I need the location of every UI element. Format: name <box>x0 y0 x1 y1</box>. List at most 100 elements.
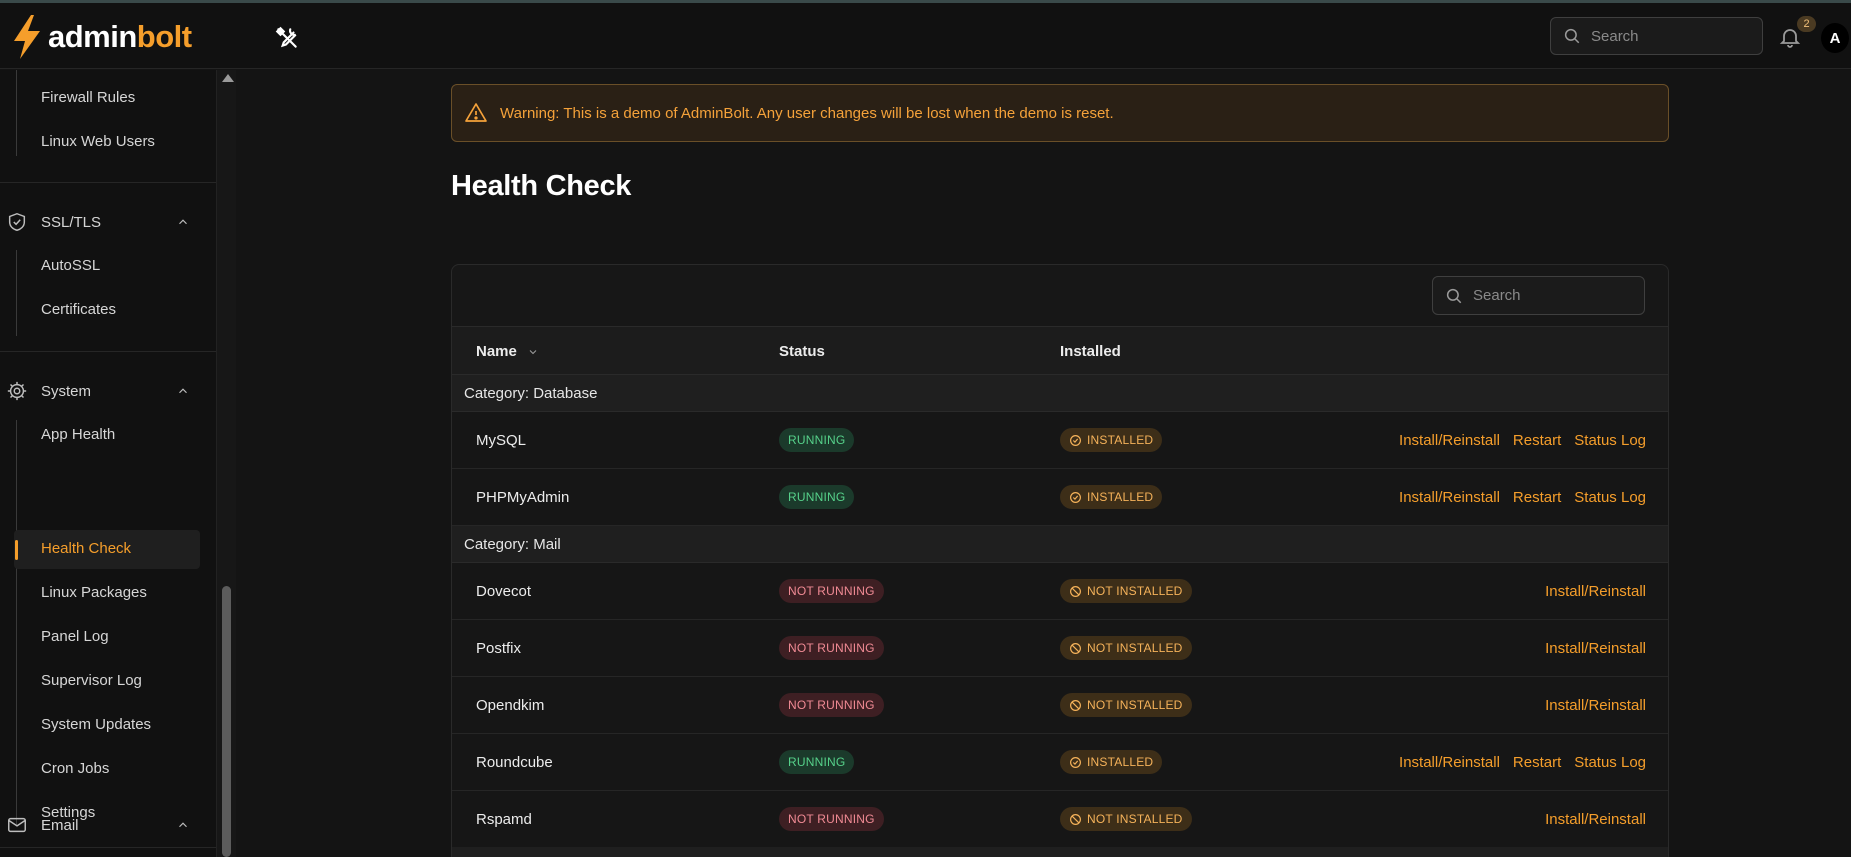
install-reinstall-link[interactable]: Install/Reinstall <box>1399 469 1500 526</box>
category-row-database: Category: Database <box>452 375 1668 412</box>
sidebar: Firewall Rules Linux Web Users SSL/TLS A… <box>0 70 216 857</box>
service-name: MySQL <box>476 432 527 449</box>
status-badge: NOT RUNNING <box>779 636 884 660</box>
installed-badge-label: INSTALLED <box>1087 433 1154 447</box>
top-search-box[interactable] <box>1550 17 1763 55</box>
service-name: Roundcube <box>476 754 553 771</box>
chevron-up-icon <box>179 388 187 394</box>
sidebar-divider <box>0 351 216 352</box>
sidebar-group-system[interactable]: System <box>0 374 200 408</box>
service-name: Postfix <box>476 640 522 657</box>
installed-badge: NOT INSTALLED <box>1060 579 1192 603</box>
check-circle-icon <box>1070 491 1081 503</box>
sidebar-item-certificates[interactable]: Certificates <box>41 290 116 330</box>
chevron-up-icon <box>179 822 187 828</box>
restart-link[interactable]: Restart <box>1513 469 1561 526</box>
category-label: Category: Database <box>464 385 598 402</box>
status-badge: RUNNING <box>779 485 855 509</box>
status-badge: NOT RUNNING <box>779 807 884 831</box>
table-search-box[interactable] <box>1432 276 1645 315</box>
sidebar-item-health-check[interactable]: Health Check <box>41 529 131 569</box>
sidebar-item-supervisor-log[interactable]: Supervisor Log <box>41 661 142 701</box>
sidebar-group-ssl-tls[interactable]: SSL/TLS <box>0 205 200 239</box>
restart-link[interactable]: Restart <box>1513 412 1561 469</box>
installed-badge-label: NOT INSTALLED <box>1087 641 1183 655</box>
sidebar-item-firewall-rules[interactable]: Firewall Rules <box>41 78 135 118</box>
sidebar-item-app-health[interactable]: App Health <box>41 415 115 455</box>
status-badge: NOT RUNNING <box>779 693 884 717</box>
installed-badge: INSTALLED <box>1060 428 1163 452</box>
status-badge: RUNNING <box>779 750 855 774</box>
installed-badge-label: INSTALLED <box>1087 490 1154 504</box>
page-title: Health Check <box>451 170 632 202</box>
restart-link[interactable]: Restart <box>1513 734 1561 791</box>
sidebar-scrollbar[interactable] <box>216 70 236 857</box>
install-reinstall-link[interactable]: Install/Reinstall <box>1545 620 1646 677</box>
sidebar-active-indicator <box>15 540 18 560</box>
top-bar: adminbolt 2 A <box>0 3 1851 69</box>
install-reinstall-link[interactable]: Install/Reinstall <box>1545 563 1646 620</box>
bolt-logo-icon <box>14 15 40 59</box>
table-row: Postfix NOT RUNNING NOT INSTALLED Instal… <box>452 620 1668 677</box>
sidebar-group-email[interactable]: Email <box>0 808 200 842</box>
status-log-link[interactable]: Status Log <box>1574 469 1646 526</box>
column-header-name[interactable]: Name <box>476 327 539 376</box>
logo-text-bolt: bolt <box>136 19 192 54</box>
row-actions: Install/Reinstall Restart Status Log <box>1399 412 1646 469</box>
column-header-label: Name <box>476 343 517 360</box>
sidebar-item-linux-packages[interactable]: Linux Packages <box>41 573 147 613</box>
table-row: Rspamd NOT RUNNING NOT INSTALLED Install… <box>452 791 1668 848</box>
search-icon <box>1446 288 1462 303</box>
row-actions: Install/Reinstall <box>1545 563 1646 620</box>
service-name: PHPMyAdmin <box>476 489 570 506</box>
installed-badge: NOT INSTALLED <box>1060 693 1192 717</box>
sidebar-item-cron-jobs[interactable]: Cron Jobs <box>41 749 109 789</box>
install-reinstall-link[interactable]: Install/Reinstall <box>1399 412 1500 469</box>
install-reinstall-link[interactable]: Install/Reinstall <box>1545 791 1646 848</box>
ban-icon <box>1070 642 1081 654</box>
sidebar-item-system-updates[interactable]: System Updates <box>41 705 151 745</box>
user-avatar[interactable]: A <box>1821 23 1849 53</box>
column-header-installed: Installed <box>1060 343 1121 360</box>
mail-icon <box>8 817 26 833</box>
install-reinstall-link[interactable]: Install/Reinstall <box>1545 677 1646 734</box>
ban-icon <box>1070 699 1081 711</box>
top-search-input[interactable] <box>1591 27 1741 45</box>
status-log-link[interactable]: Status Log <box>1574 412 1646 469</box>
search-icon <box>1564 28 1580 44</box>
scroll-up-arrow-icon[interactable] <box>222 74 234 82</box>
nav-tree-line <box>16 70 17 156</box>
shield-check-icon <box>8 212 26 232</box>
row-actions: Install/Reinstall Restart Status Log <box>1399 734 1646 791</box>
install-reinstall-link[interactable]: Install/Reinstall <box>1399 734 1500 791</box>
sidebar-divider <box>0 847 216 848</box>
table-header: Name Status Installed <box>452 326 1668 376</box>
sidebar-group-label: SSL/TLS <box>41 213 102 231</box>
scrollbar-thumb[interactable] <box>222 586 231 857</box>
table-row: PHPMyAdmin RUNNING INSTALLED Install/Rei… <box>452 469 1668 526</box>
installed-badge: NOT INSTALLED <box>1060 807 1192 831</box>
ban-icon <box>1070 585 1081 597</box>
column-header-status: Status <box>779 343 825 360</box>
row-actions: Install/Reinstall Restart Status Log <box>1399 469 1646 526</box>
sidebar-item-autossl[interactable]: AutoSSL <box>41 246 100 286</box>
installed-badge-label: NOT INSTALLED <box>1087 698 1183 712</box>
tools-icon[interactable] <box>274 25 300 51</box>
demo-warning-banner: Warning: This is a demo of AdminBolt. An… <box>451 84 1669 142</box>
status-badge: RUNNING <box>779 428 855 452</box>
status-log-link[interactable]: Status Log <box>1574 734 1646 791</box>
next-category-row <box>452 847 1668 857</box>
chevron-down-icon <box>529 350 537 355</box>
sidebar-divider <box>0 182 216 183</box>
row-actions: Install/Reinstall <box>1545 677 1646 734</box>
category-label: Category: Mail <box>464 536 561 553</box>
service-name: Rspamd <box>476 811 532 828</box>
check-circle-icon <box>1070 756 1081 768</box>
sidebar-item-linux-web-users[interactable]: Linux Web Users <box>41 122 155 162</box>
table-search-input[interactable] <box>1473 287 1623 304</box>
installed-badge-label: NOT INSTALLED <box>1087 584 1183 598</box>
installed-badge: NOT INSTALLED <box>1060 636 1192 660</box>
sidebar-item-panel-log[interactable]: Panel Log <box>41 617 109 657</box>
app-logo[interactable]: adminbolt <box>12 15 192 59</box>
row-actions: Install/Reinstall <box>1545 620 1646 677</box>
